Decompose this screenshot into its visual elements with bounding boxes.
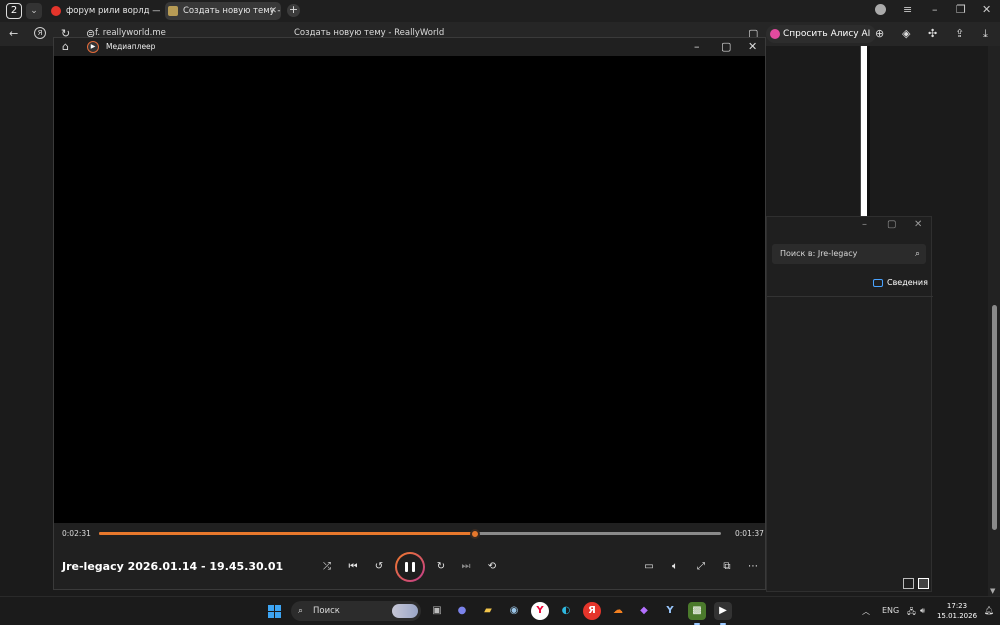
- search-icon: ⌕: [298, 606, 304, 616]
- yandex-home-icon[interactable]: Я: [34, 27, 46, 39]
- windows-start-icon[interactable]: [268, 605, 282, 619]
- yandex-browser-icon[interactable]: Y: [531, 602, 549, 620]
- tab-create-topic[interactable]: Создать новую тему - R ✕: [165, 2, 281, 20]
- alice-icon: [770, 29, 780, 39]
- yandex-favicon-icon: [51, 6, 61, 16]
- media-player-title: Медиаплеер: [106, 42, 156, 51]
- more-options-icon[interactable]: ⋯: [744, 558, 762, 576]
- pause-icon: [397, 554, 423, 580]
- extension-box-icon[interactable]: ◈: [902, 27, 910, 40]
- clock-time: 17:23: [946, 602, 968, 610]
- profile-icon[interactable]: [875, 4, 886, 15]
- tab-label: Создать новую тему - R: [183, 6, 281, 16]
- search-icon: ⌕: [914, 249, 920, 259]
- menu-icon[interactable]: ≡: [903, 3, 912, 16]
- minimize-icon[interactable]: –: [932, 3, 938, 16]
- details-button[interactable]: Сведения: [873, 278, 928, 287]
- taskbar-search-label: Поиск: [313, 606, 340, 616]
- details-pane-icon: [873, 279, 883, 287]
- skip-forward-30-icon[interactable]: ↻: [432, 558, 450, 576]
- tab-yandex-forum[interactable]: форум рили ворлд — Янд: [48, 2, 160, 20]
- media-player-taskbar-icon[interactable]: ▶: [714, 602, 732, 625]
- tab-close-icon[interactable]: ✕: [269, 2, 277, 20]
- explorer-close-icon[interactable]: ✕: [914, 219, 922, 230]
- yandex-y-icon[interactable]: Y: [661, 602, 679, 620]
- browser-tab-strip: 2 ⌄ форум рили ворлд — Янд Создать новую…: [0, 0, 1000, 22]
- previous-track-icon[interactable]: ⏮: [344, 558, 362, 576]
- seek-bar-fill: [99, 532, 475, 535]
- next-track-icon[interactable]: ⏭: [457, 558, 475, 576]
- fullscreen-icon[interactable]: ⤢: [692, 558, 710, 576]
- home-icon[interactable]: ⌂: [62, 40, 69, 53]
- player-close-icon[interactable]: ✕: [748, 40, 757, 53]
- globe-icon[interactable]: ⊕: [875, 27, 884, 40]
- teams-icon[interactable]: ●: [453, 602, 471, 620]
- video-area[interactable]: [54, 56, 765, 523]
- explorer-maximize-icon[interactable]: ▢: [887, 219, 896, 230]
- remaining-time: 0:01:37: [735, 529, 764, 538]
- file-explorer-icon[interactable]: ▰: [479, 602, 497, 620]
- player-maximize-icon[interactable]: ▢: [721, 40, 731, 53]
- share-icon[interactable]: ⇪: [955, 27, 964, 40]
- details-view-icon[interactable]: [903, 578, 914, 589]
- yandex-icon[interactable]: Я: [583, 602, 601, 620]
- taskbar-clock[interactable]: 17:23 15.01.2026: [935, 601, 979, 621]
- game-controller-icon[interactable]: ◆: [635, 602, 653, 620]
- minecraft-icon[interactable]: ▩: [688, 602, 706, 625]
- new-tab-button[interactable]: +: [287, 4, 300, 17]
- download-icon[interactable]: ⤓: [983, 27, 988, 41]
- media-player-app-icon: ▶: [87, 41, 99, 53]
- explorer-search-input[interactable]: Поиск в: Jre-legacy ⌕: [772, 244, 926, 264]
- subtitles-icon[interactable]: ▭: [640, 558, 658, 576]
- track-title: Jre-legacy 2026.01.14 - 19.45.30.01: [62, 560, 284, 573]
- page-white-panel: [860, 46, 870, 216]
- ask-alice-button[interactable]: Спросить Алису AI: [766, 25, 877, 43]
- shuffle-icon[interactable]: ⤮: [318, 558, 336, 576]
- show-hidden-icons-icon[interactable]: ︿: [862, 606, 870, 617]
- seek-bar-thumb[interactable]: [470, 528, 480, 539]
- edge-icon[interactable]: ◐: [557, 602, 575, 620]
- elapsed-time: 0:02:31: [62, 529, 91, 538]
- task-view-icon[interactable]: ▣: [428, 602, 446, 620]
- player-minimize-icon[interactable]: –: [694, 40, 700, 53]
- close-window-icon[interactable]: ✕: [982, 3, 991, 16]
- media-player-title-bar: ⌂ ▶ Медиаплеер – ▢ ✕: [54, 38, 765, 56]
- taskbar: ⌕ Поиск ▣ ● ▰ ◉ Y ◐ Я ☁ ◆ Y ▩ ▶ ︿ ENG 🖧︎…: [0, 596, 1000, 625]
- details-label: Сведения: [887, 278, 928, 287]
- explorer-divider: [767, 296, 933, 297]
- tab-label: форум рили ворлд — Янд: [66, 6, 160, 16]
- steam-icon[interactable]: ◉: [505, 602, 523, 620]
- tab-list-dropdown-icon[interactable]: ⌄: [26, 3, 42, 19]
- notifications-icon[interactable]: 🔔︎: [984, 606, 994, 615]
- clock-date: 15.01.2026: [936, 612, 978, 620]
- search-highlight-image: [392, 604, 418, 618]
- skip-back-10-icon[interactable]: ↺: [370, 558, 388, 576]
- media-player-window: ⌂ ▶ Медиаплеер – ▢ ✕ 0:02:31 0:01:37 Jre…: [53, 37, 766, 590]
- taskbar-search-box[interactable]: ⌕ Поиск: [291, 601, 421, 621]
- network-icon[interactable]: 🖧︎: [907, 606, 916, 620]
- mini-player-icon[interactable]: ⧉: [718, 558, 736, 576]
- tab-count-badge[interactable]: 2: [6, 3, 22, 19]
- puzzle-icon[interactable]: ✣: [928, 27, 937, 40]
- back-icon[interactable]: ←: [9, 27, 18, 40]
- page-scrollbar-thumb[interactable]: [992, 305, 997, 530]
- cloudflare-icon[interactable]: ☁: [609, 602, 627, 620]
- language-indicator[interactable]: ENG: [882, 606, 899, 615]
- restore-icon[interactable]: ❐: [956, 3, 966, 16]
- seek-bar[interactable]: [99, 528, 721, 539]
- pause-button[interactable]: [395, 552, 425, 582]
- scroll-down-arrow-icon[interactable]: ▼: [990, 587, 995, 595]
- volume-tray-icon[interactable]: 🔊︎: [920, 606, 925, 616]
- reallyworld-favicon-icon: [168, 6, 178, 16]
- repeat-off-icon[interactable]: ⟲: [483, 558, 501, 576]
- explorer-search-placeholder: Поиск в: Jre-legacy: [780, 249, 858, 258]
- ask-alice-label: Спросить Алису AI: [783, 29, 871, 39]
- large-icons-view-icon[interactable]: [918, 578, 929, 589]
- volume-icon[interactable]: 🔈︎: [666, 558, 684, 576]
- explorer-minimize-icon[interactable]: –: [862, 219, 867, 230]
- explorer-window: – ▢ ✕ Поиск в: Jre-legacy ⌕ Сведения: [766, 216, 933, 592]
